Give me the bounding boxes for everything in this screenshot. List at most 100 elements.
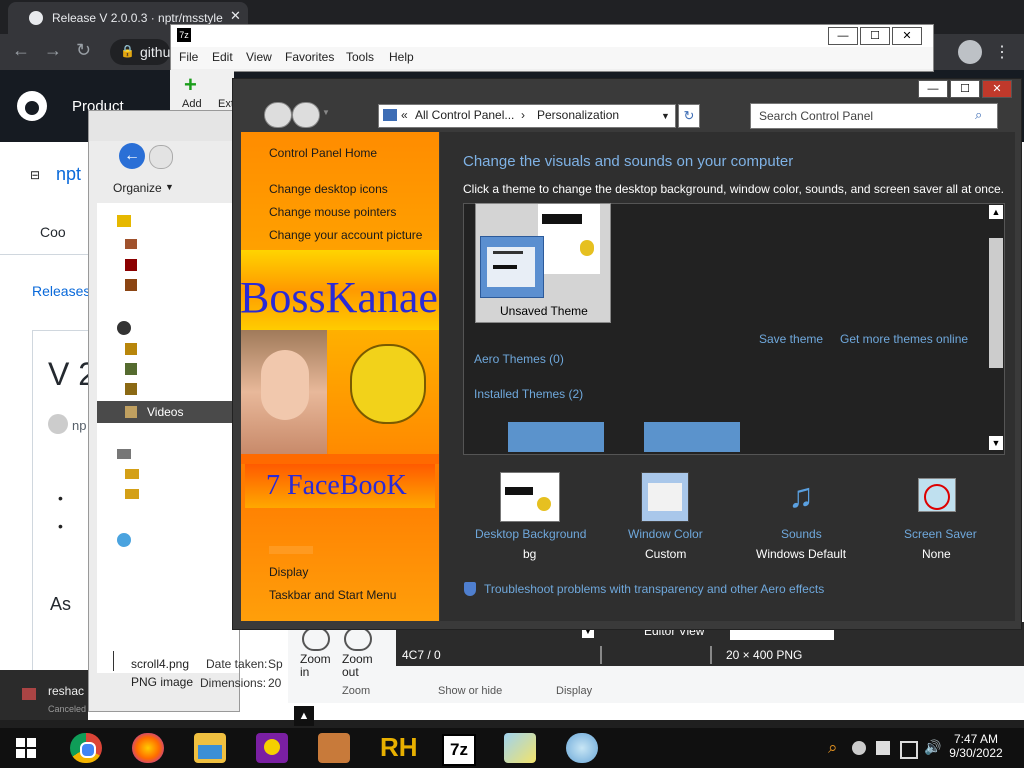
smiley	[264, 739, 280, 755]
menu-file[interactable]: File	[179, 50, 198, 64]
scrollbar-thumb[interactable]	[989, 238, 1003, 368]
zoom-out-icon[interactable]	[344, 627, 372, 651]
paint-taskbar-icon[interactable]	[566, 733, 598, 763]
desktop-background-icon[interactable]	[500, 472, 560, 522]
aero-themes-heading: Aero Themes (0)	[474, 352, 564, 366]
breadcrumb-current[interactable]: Personalization	[537, 108, 619, 122]
firefox-taskbar-icon[interactable]	[132, 733, 164, 763]
forward-arrow-icon[interactable]: →	[44, 40, 62, 61]
app-taskbar-icon[interactable]	[318, 733, 350, 763]
screen-saver-icon[interactable]	[912, 472, 960, 520]
assets-heading[interactable]: As	[50, 594, 71, 615]
installed-theme-2[interactable]	[644, 422, 740, 452]
organize-menu[interactable]: Organize	[113, 181, 162, 195]
menu-edit[interactable]: Edit	[212, 50, 233, 64]
code-tab[interactable]: Coo	[40, 224, 66, 240]
refresh-icon[interactable]: ↻	[678, 104, 700, 128]
close-button[interactable]: ✕	[892, 27, 922, 45]
scroll-down-arrow[interactable]: ▼	[989, 436, 1003, 450]
win-pane	[27, 749, 36, 758]
chrome-omnibox[interactable]: 🔒 githu	[110, 39, 170, 65]
chevron-down-icon[interactable]: ▼	[322, 108, 330, 117]
releases-link[interactable]: Releases	[32, 283, 90, 299]
back-icon[interactable]: ←	[119, 143, 145, 169]
zoom-in-button[interactable]: Zoom in	[300, 653, 332, 679]
clock-time: 7:47 AM	[953, 732, 999, 746]
flag-icon[interactable]	[876, 741, 890, 755]
menu-view[interactable]: View	[246, 50, 272, 64]
chevron-up-icon[interactable]: ▲	[294, 706, 314, 726]
theme-window-preview	[480, 236, 544, 298]
menu-favorites[interactable]: Favorites	[285, 50, 334, 64]
network-icon[interactable]	[900, 741, 918, 759]
maximize-button[interactable]: ☐	[860, 27, 890, 45]
face	[261, 350, 309, 420]
documents-icon	[125, 343, 137, 355]
add-label[interactable]: Add	[182, 98, 202, 110]
chrome-center	[80, 742, 96, 758]
group-display-label: Display	[556, 685, 593, 697]
breadcrumb-root[interactable]: All Control Panel...	[415, 108, 514, 122]
reload-icon[interactable]: ↻	[76, 40, 91, 61]
profile-avatar[interactable]	[958, 40, 982, 64]
desktop-background-link[interactable]: Desktop Background	[475, 527, 586, 541]
link-desktop-icons[interactable]: Change desktop icons	[269, 182, 388, 196]
repo-name[interactable]: npt	[56, 164, 81, 185]
github-logo-icon[interactable]	[16, 90, 48, 122]
link-account-picture[interactable]: Change your account picture	[269, 228, 422, 242]
tray-icon[interactable]	[852, 741, 866, 755]
tab-close-icon[interactable]: ✕	[230, 8, 241, 24]
theme-preview-image	[538, 204, 600, 274]
cp-back-icon[interactable]	[264, 102, 292, 128]
minimize-button[interactable]: —	[828, 27, 858, 45]
control-panel-taskbar-icon[interactable]	[504, 733, 536, 763]
yahoo-messenger-icon[interactable]	[256, 733, 288, 763]
cp-forward-icon[interactable]	[292, 102, 320, 128]
save-theme-link[interactable]: Save theme	[759, 332, 823, 346]
dimensions-value: 20	[268, 676, 282, 690]
volume-icon[interactable]: 🔊	[924, 739, 941, 756]
link-control-panel-home[interactable]: Control Panel Home	[269, 146, 377, 160]
cp-minimize-button[interactable]: —	[918, 80, 948, 98]
resource-hacker-icon[interactable]: RH	[380, 732, 418, 763]
disk-icon	[125, 489, 139, 499]
back-arrow-icon[interactable]: ←	[12, 40, 30, 61]
chrome-taskbar-icon[interactable]	[70, 733, 102, 763]
zoom-in-icon[interactable]	[302, 627, 330, 651]
link-taskbar[interactable]: Taskbar and Start Menu	[269, 588, 396, 602]
7zip-taskbar-icon[interactable]: 7z	[442, 734, 476, 766]
menu-tools[interactable]: Tools	[346, 50, 374, 64]
scroll-up-arrow[interactable]: ▲	[989, 205, 1003, 219]
start-windows-icon[interactable]	[16, 738, 36, 758]
author-name[interactable]: np	[72, 418, 86, 433]
link-mouse-pointers[interactable]: Change mouse pointers	[269, 205, 396, 219]
child-photo	[241, 330, 327, 454]
installed-theme-1[interactable]	[508, 422, 604, 452]
chrome-menu-icon[interactable]: ⋮	[994, 42, 1010, 62]
cp-close-button[interactable]: ✕	[982, 80, 1012, 98]
file-explorer-taskbar-icon[interactable]	[194, 733, 226, 763]
window-color-icon[interactable]	[641, 472, 689, 522]
sounds-icon[interactable]: ♫	[778, 472, 824, 520]
link-display[interactable]: Display	[269, 565, 308, 579]
cp-address-bar[interactable]: « All Control Panel... › Personalization…	[378, 104, 676, 128]
search-icon[interactable]: ⌕	[975, 107, 982, 123]
search-icon[interactable]: ⌕	[828, 738, 838, 758]
forward-icon[interactable]	[149, 145, 173, 169]
nav-item-videos[interactable]: Videos	[97, 401, 239, 423]
get-more-themes-link[interactable]: Get more themes online	[840, 332, 968, 346]
zoom-out-button[interactable]: Zoom out	[342, 653, 374, 679]
cp-search-box[interactable]: Search Control Panel ⌕	[750, 103, 998, 129]
sounds-link[interactable]: Sounds	[781, 527, 822, 541]
chevron-down-icon[interactable]: ▼	[661, 111, 670, 121]
window-color-link[interactable]: Window Color	[628, 527, 703, 541]
cp-maximize-button[interactable]: ☐	[950, 80, 980, 98]
taskbar-clock[interactable]: 7:47 AM 9/30/2022	[940, 732, 1012, 766]
unsaved-theme-tile[interactable]: Unsaved Theme	[475, 203, 611, 323]
add-icon[interactable]: +	[184, 72, 197, 98]
troubleshoot-link[interactable]: Troubleshoot problems with transparency …	[484, 582, 824, 596]
see-also-label	[269, 546, 313, 554]
screen-saver-link[interactable]: Screen Saver	[904, 527, 977, 541]
download-notification[interactable]: reshac Canceled	[0, 670, 88, 720]
menu-help[interactable]: Help	[389, 50, 414, 64]
